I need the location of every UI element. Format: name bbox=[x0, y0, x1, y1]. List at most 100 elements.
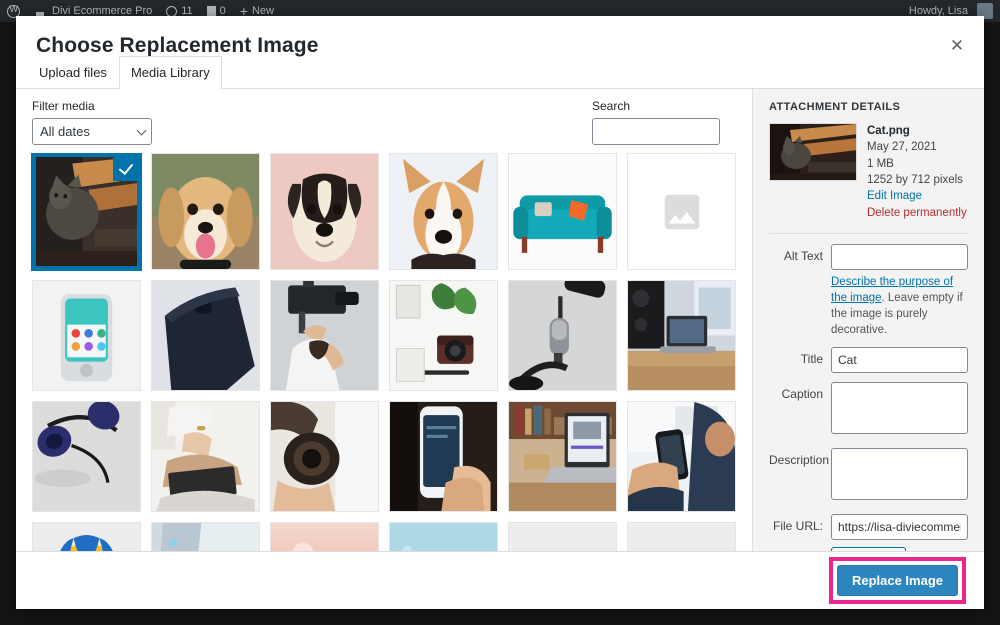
description-field-row: Description bbox=[769, 448, 968, 505]
filter-media-label: Filter media bbox=[32, 99, 95, 113]
media-grid-scroll[interactable] bbox=[16, 153, 752, 551]
attachment-filename: Cat.png bbox=[867, 125, 910, 137]
laptop-coffee-cup-art bbox=[152, 523, 259, 551]
description-label: Description bbox=[769, 453, 830, 468]
media-thumbnail-camera-lens-held[interactable] bbox=[270, 401, 379, 512]
alt-text-field-row: Alt Text Describe the purpose of the ima… bbox=[769, 243, 968, 338]
page-title: Choose Replacement Image bbox=[36, 34, 319, 57]
caption-field-row: Caption bbox=[769, 382, 968, 439]
parachute-graphic-art bbox=[33, 523, 140, 551]
media-thumbnail-blue-headphones[interactable] bbox=[32, 401, 141, 512]
replace-image-highlight: Replace Image bbox=[828, 557, 966, 604]
sunset-sky-art bbox=[271, 523, 378, 551]
title-input[interactable] bbox=[831, 347, 968, 374]
delete-permanently-link[interactable]: Delete permanently bbox=[867, 205, 967, 221]
media-modal: Choose Replacement Image ✕ Upload files … bbox=[16, 16, 984, 609]
library-toolbar: Filter media All dates Search bbox=[16, 89, 752, 153]
attachment-meta: Cat.png May 27, 2021 1 MB 1252 by 712 pi… bbox=[867, 123, 967, 221]
attachment-filesize: 1 MB bbox=[867, 157, 894, 170]
golden-retriever-dog-art bbox=[152, 154, 259, 269]
alt-text-input[interactable] bbox=[831, 243, 968, 270]
media-thumbnail-image-placeholder[interactable] bbox=[627, 153, 736, 270]
modal-header: Choose Replacement Image ✕ Upload files … bbox=[16, 16, 984, 90]
attachment-dimensions: 1252 by 712 pixels bbox=[867, 173, 963, 186]
media-thumbnail-laptop-desk-books[interactable] bbox=[508, 401, 617, 512]
tab-upload-files[interactable]: Upload files bbox=[36, 56, 119, 89]
file-url-field-row: File URL: Copy URL bbox=[769, 514, 968, 551]
camera-lens-held-art bbox=[271, 402, 378, 511]
screen: Divi Ecommerce Pro 11 0 + New Howdy, Lis… bbox=[0, 0, 1000, 625]
blue-headphones-art bbox=[33, 402, 140, 511]
media-thumbnail-sunset-sky[interactable] bbox=[270, 522, 379, 551]
date-filter-wrap: All dates bbox=[32, 118, 152, 145]
attachment-summary: Cat.png May 27, 2021 1 MB 1252 by 712 pi… bbox=[769, 123, 968, 221]
title-field-row: Title bbox=[769, 347, 968, 374]
jack-russell-terrier-art bbox=[271, 154, 378, 269]
media-thumbnail-parachute-graphic[interactable] bbox=[32, 522, 141, 551]
media-thumbnail-iphone-in-hand[interactable] bbox=[389, 401, 498, 512]
tab-media-library[interactable]: Media Library bbox=[118, 56, 222, 90]
filter-media-group: Filter media All dates bbox=[32, 99, 152, 145]
media-thumbnail-vr-headset[interactable] bbox=[389, 522, 498, 551]
caption-textarea[interactable] bbox=[831, 382, 968, 435]
vr-headset-art bbox=[390, 523, 497, 551]
file-url-label: File URL: bbox=[772, 519, 823, 534]
description-textarea[interactable] bbox=[831, 448, 968, 501]
alt-text-control: Describe the purpose of the image. Leave… bbox=[831, 243, 968, 338]
media-thumbnail-videographer-camera-rig[interactable] bbox=[270, 280, 379, 391]
close-icon[interactable]: ✕ bbox=[938, 26, 976, 64]
smartphone-broken-art bbox=[33, 281, 140, 390]
media-thumbnail-teal-sofa[interactable] bbox=[508, 153, 617, 270]
media-thumbnail-businessman-with-phone[interactable] bbox=[627, 401, 736, 512]
comments-icon bbox=[206, 5, 216, 17]
cat-thumbnail-art bbox=[770, 124, 856, 180]
media-thumbnail-navy-phone-case[interactable] bbox=[151, 280, 260, 391]
bag-icon-placeholder-art bbox=[509, 523, 616, 551]
edit-image-link[interactable]: Edit Image bbox=[867, 188, 967, 204]
media-thumbnail-bag-icon-placeholder[interactable] bbox=[508, 522, 617, 551]
media-library-panel: Filter media All dates Search bbox=[16, 89, 752, 551]
title-label: Title bbox=[800, 352, 823, 367]
media-thumbnail-smartphone-broken[interactable] bbox=[32, 280, 141, 391]
caption-label: Caption bbox=[781, 387, 823, 402]
attachment-details-heading: ATTACHMENT DETAILS bbox=[769, 101, 901, 113]
file-url-control: Copy URL bbox=[831, 514, 968, 551]
media-thumbnail-jack-russell-terrier[interactable] bbox=[270, 153, 379, 270]
attachment-date: May 27, 2021 bbox=[867, 141, 937, 154]
search-group: Search bbox=[592, 99, 720, 145]
alt-text-label: Alt Text bbox=[783, 248, 823, 263]
media-thumbnail-golden-retriever-dog[interactable] bbox=[151, 153, 260, 270]
attachment-thumbnail[interactable] bbox=[769, 123, 857, 181]
search-input[interactable] bbox=[592, 118, 720, 145]
media-thumbnail-camera-flatlay-plant[interactable] bbox=[389, 280, 498, 391]
modal-footer: Replace Image bbox=[16, 551, 984, 609]
media-thumbnail-corgi-dog[interactable] bbox=[389, 153, 498, 270]
navy-phone-case-art bbox=[152, 281, 259, 390]
businessman-with-phone-art bbox=[628, 402, 735, 511]
modal-body: Filter media All dates Search ATTACHMENT… bbox=[16, 88, 984, 551]
modal-tabs: Upload files Media Library bbox=[36, 56, 222, 90]
media-thumbnail-laptop-coffee-cup[interactable] bbox=[151, 522, 260, 551]
laptop-desk-books-art bbox=[509, 402, 616, 511]
media-grid bbox=[31, 153, 736, 551]
date-filter-select[interactable]: All dates bbox=[32, 118, 152, 145]
laptop-audio-studio-art bbox=[628, 281, 735, 390]
title-control bbox=[831, 347, 968, 374]
caption-control bbox=[831, 382, 968, 439]
description-control bbox=[831, 448, 968, 505]
updates-icon bbox=[166, 5, 178, 17]
media-thumbnail-box-icon-placeholder[interactable] bbox=[627, 522, 736, 551]
teal-sofa-art bbox=[509, 154, 616, 269]
alt-text-help: Describe the purpose of the image. Leave… bbox=[831, 275, 968, 338]
media-thumbnail-laptop-audio-studio[interactable] bbox=[627, 280, 736, 391]
attachment-details-panel: ATTACHMENT DETAILS Cat.png May 27, 2021 … bbox=[752, 89, 984, 551]
studio-microphone-art bbox=[509, 281, 616, 390]
media-thumbnail-cat-on-chair[interactable] bbox=[31, 153, 142, 271]
file-url-input[interactable] bbox=[831, 514, 968, 541]
videographer-camera-rig-art bbox=[271, 281, 378, 390]
search-label: Search bbox=[592, 99, 631, 113]
media-thumbnail-hands-typing-laptop[interactable] bbox=[151, 401, 260, 512]
replace-image-button[interactable]: Replace Image bbox=[836, 565, 958, 596]
media-thumbnail-studio-microphone[interactable] bbox=[508, 280, 617, 391]
iphone-in-hand-art bbox=[390, 402, 497, 511]
